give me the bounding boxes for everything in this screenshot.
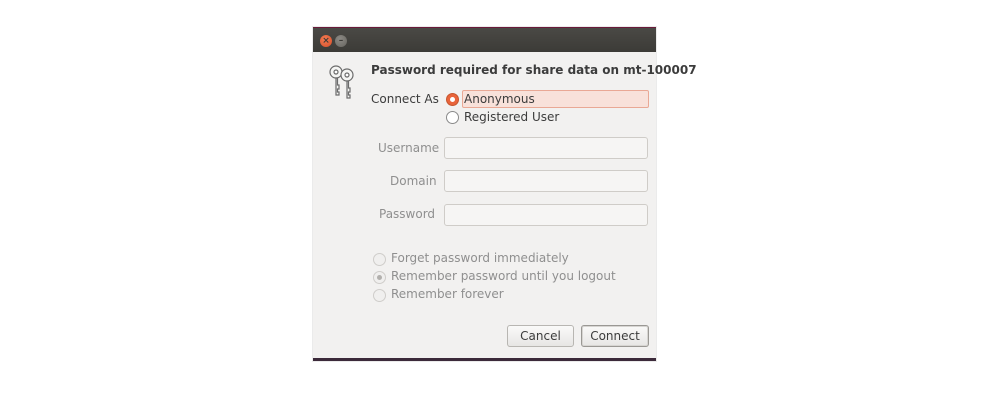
remember-forever-radio[interactable] bbox=[373, 289, 386, 302]
remember-forever-label[interactable]: Remember forever bbox=[391, 287, 504, 301]
domain-field[interactable] bbox=[444, 170, 648, 192]
dialog-heading: Password required for share data on mt-1… bbox=[371, 63, 697, 77]
title-bar: × – bbox=[313, 27, 656, 52]
username-label: Username bbox=[378, 141, 440, 155]
keys-icon bbox=[329, 65, 354, 99]
password-dialog: × – Password required for share data on … bbox=[313, 27, 697, 361]
anonymous-radio[interactable] bbox=[446, 93, 459, 106]
cancel-button[interactable]: Cancel bbox=[507, 325, 574, 347]
anonymous-radio-label[interactable]: Anonymous bbox=[464, 92, 535, 106]
domain-label: Domain bbox=[390, 174, 437, 188]
window-bottom-border bbox=[313, 358, 656, 361]
remember-until-logout-radio[interactable] bbox=[373, 271, 386, 284]
minimize-window-button[interactable]: – bbox=[335, 35, 347, 47]
forget-password-radio[interactable] bbox=[373, 253, 386, 266]
connect-button[interactable]: Connect bbox=[581, 325, 649, 347]
remember-until-logout-label[interactable]: Remember password until you logout bbox=[391, 269, 616, 283]
registered-user-radio-label[interactable]: Registered User bbox=[464, 110, 559, 124]
registered-user-radio[interactable] bbox=[446, 111, 459, 124]
forget-password-label[interactable]: Forget password immediately bbox=[391, 251, 569, 265]
close-window-button[interactable]: × bbox=[320, 35, 332, 47]
connect-as-label: Connect As bbox=[371, 92, 439, 106]
password-label: Password bbox=[379, 207, 436, 221]
password-field[interactable] bbox=[444, 204, 648, 226]
username-field[interactable] bbox=[444, 137, 648, 159]
